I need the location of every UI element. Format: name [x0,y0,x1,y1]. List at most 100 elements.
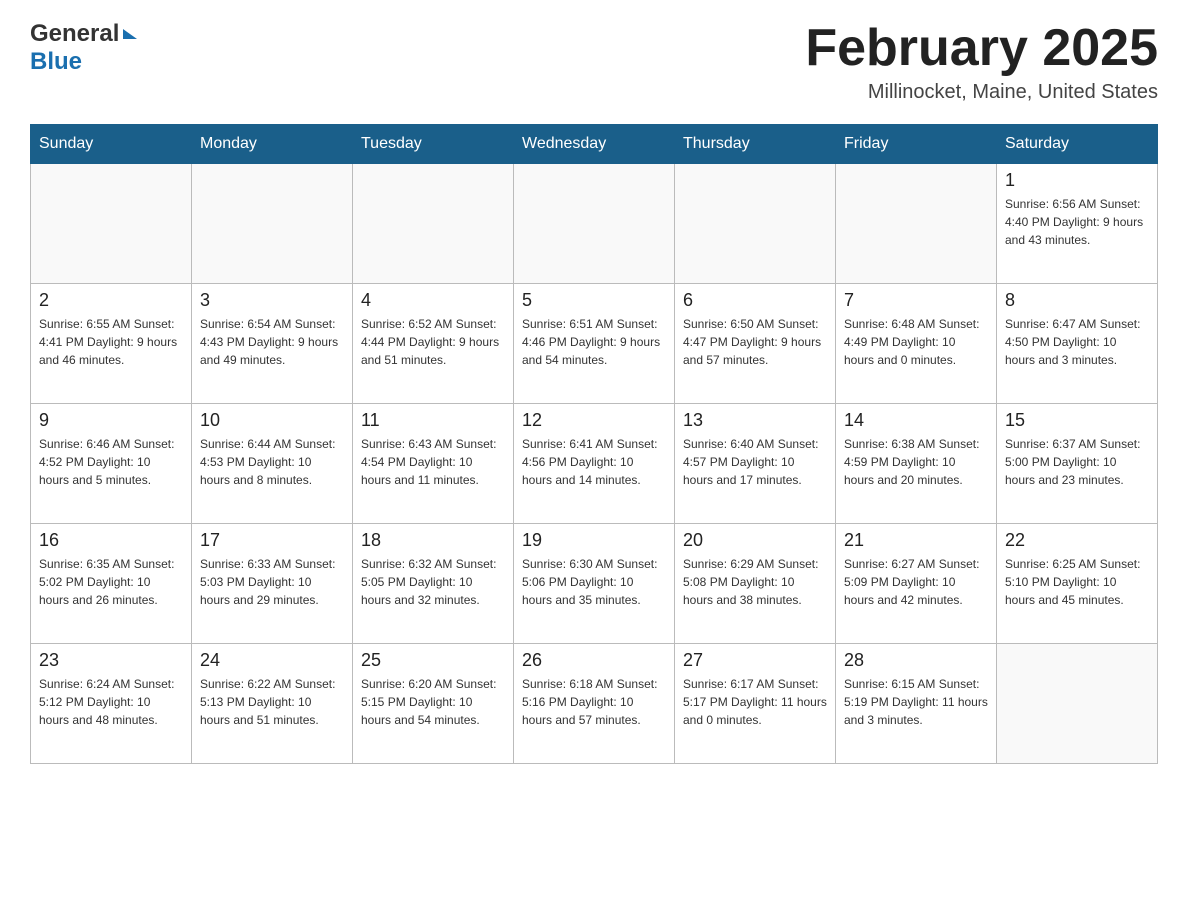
calendar-day-cell: 1 Sunrise: 6:56 AM Sunset: 4:40 PM Daylig… [997,164,1158,284]
logo: General Blue [30,20,137,76]
calendar-day-cell: 20Sunrise: 6:29 AM Sunset: 5:08 PM Dayli… [675,524,836,644]
calendar-day-cell: 23 Sunrise: 6:24 AM Sunset: 5:12 PM Dayli… [31,644,192,764]
location-label: Millinocket, Maine, United States [805,81,1158,104]
day-info: Sunrise: 6:46 AM Sunset: 4:52 PM Dayligh… [39,435,183,489]
day-number: 7 [844,290,988,311]
calendar-day-header: Wednesday [514,125,675,164]
calendar-day-header: Saturday [997,125,1158,164]
calendar-day-cell: 2 Sunrise: 6:55 AM Sunset: 4:41 PM Daylig… [31,284,192,404]
logo-blue: Blue [30,48,82,75]
day-info: Sunrise: 6:44 AM Sunset: 4:53 PM Dayligh… [200,435,344,489]
calendar-day-header: Thursday [675,125,836,164]
day-info: Sunrise: 6:43 AM Sunset: 4:54 PM Dayligh… [361,435,505,489]
day-number: 10 [200,410,344,431]
day-info: Sunrise: 6:27 AM Sunset: 5:09 PM Dayligh… [844,555,988,609]
calendar-week-row: 16 Sunrise: 6:35 AM Sunset: 5:02 PM Dayli… [31,524,1158,644]
calendar-header-row: SundayMondayTuesdayWednesdayThursdayFrid… [31,125,1158,164]
day-number: 23 [39,650,183,671]
day-number: 4 [361,290,505,311]
calendar-title: February 2025 [805,20,1158,77]
day-info: Sunrise: 6:17 AM Sunset: 5:17 PM Dayligh… [683,675,827,729]
day-info: Sunrise: 6:30 AM Sunset: 5:06 PM Dayligh… [522,555,666,609]
day-number: 16 [39,530,183,551]
calendar-day-cell: 22Sunrise: 6:25 AM Sunset: 5:10 PM Dayli… [997,524,1158,644]
day-info: Sunrise: 6:24 AM Sunset: 5:12 PM Dayligh… [39,675,183,729]
calendar-day-header: Tuesday [353,125,514,164]
calendar-day-cell: 4 Sunrise: 6:52 AM Sunset: 4:44 PM Daylig… [353,284,514,404]
day-number: 17 [200,530,344,551]
calendar-day-cell [997,644,1158,764]
calendar-day-cell: 3Sunrise: 6:54 AM Sunset: 4:43 PM Daylig… [192,284,353,404]
calendar-day-cell: 7 Sunrise: 6:48 AM Sunset: 4:49 PM Daylig… [836,284,997,404]
calendar-day-header: Monday [192,125,353,164]
calendar-day-cell [353,164,514,284]
day-number: 8 [1005,290,1149,311]
day-info: Sunrise: 6:29 AM Sunset: 5:08 PM Dayligh… [683,555,827,609]
day-info: Sunrise: 6:48 AM Sunset: 4:49 PM Dayligh… [844,315,988,369]
day-info: Sunrise: 6:37 AM Sunset: 5:00 PM Dayligh… [1005,435,1149,489]
calendar-day-cell: 10 Sunrise: 6:44 AM Sunset: 4:53 PM Dayli… [192,404,353,524]
title-block: February 2025 Millinocket, Maine, United… [805,20,1158,104]
day-number: 24 [200,650,344,671]
day-info: Sunrise: 6:54 AM Sunset: 4:43 PM Dayligh… [200,315,344,369]
day-info: Sunrise: 6:51 AM Sunset: 4:46 PM Dayligh… [522,315,666,369]
day-info: Sunrise: 6:41 AM Sunset: 4:56 PM Dayligh… [522,435,666,489]
day-number: 28 [844,650,988,671]
calendar-day-cell: 24 Sunrise: 6:22 AM Sunset: 5:13 PM Dayli… [192,644,353,764]
day-info: Sunrise: 6:38 AM Sunset: 4:59 PM Dayligh… [844,435,988,489]
day-number: 22 [1005,530,1149,551]
calendar-week-row: 2 Sunrise: 6:55 AM Sunset: 4:41 PM Daylig… [31,284,1158,404]
day-number: 2 [39,290,183,311]
calendar-day-cell: 8 Sunrise: 6:47 AM Sunset: 4:50 PM Daylig… [997,284,1158,404]
day-number: 14 [844,410,988,431]
calendar-day-cell: 21 Sunrise: 6:27 AM Sunset: 5:09 PM Dayli… [836,524,997,644]
calendar-day-cell: 27Sunrise: 6:17 AM Sunset: 5:17 PM Dayli… [675,644,836,764]
calendar-day-cell [514,164,675,284]
day-number: 9 [39,410,183,431]
calendar-day-cell [675,164,836,284]
logo-general: General [30,20,119,48]
page-header: General Blue February 2025 Millinocket, … [30,20,1158,104]
calendar-day-header: Sunday [31,125,192,164]
day-number: 25 [361,650,505,671]
day-number: 15 [1005,410,1149,431]
day-info: Sunrise: 6:50 AM Sunset: 4:47 PM Dayligh… [683,315,827,369]
calendar-day-cell: 17Sunrise: 6:33 AM Sunset: 5:03 PM Dayli… [192,524,353,644]
day-number: 1 [1005,170,1149,191]
calendar-day-cell [836,164,997,284]
calendar-day-cell: 15 Sunrise: 6:37 AM Sunset: 5:00 PM Dayli… [997,404,1158,524]
day-number: 18 [361,530,505,551]
calendar-day-cell: 25Sunrise: 6:20 AM Sunset: 5:15 PM Dayli… [353,644,514,764]
calendar-day-cell: 16 Sunrise: 6:35 AM Sunset: 5:02 PM Dayli… [31,524,192,644]
day-info: Sunrise: 6:52 AM Sunset: 4:44 PM Dayligh… [361,315,505,369]
day-info: Sunrise: 6:22 AM Sunset: 5:13 PM Dayligh… [200,675,344,729]
day-number: 5 [522,290,666,311]
calendar-week-row: 1 Sunrise: 6:56 AM Sunset: 4:40 PM Daylig… [31,164,1158,284]
calendar-day-header: Friday [836,125,997,164]
calendar-day-cell: 11Sunrise: 6:43 AM Sunset: 4:54 PM Dayli… [353,404,514,524]
calendar-day-cell: 13Sunrise: 6:40 AM Sunset: 4:57 PM Dayli… [675,404,836,524]
day-number: 6 [683,290,827,311]
calendar-week-row: 9 Sunrise: 6:46 AM Sunset: 4:52 PM Daylig… [31,404,1158,524]
calendar-day-cell [192,164,353,284]
day-info: Sunrise: 6:32 AM Sunset: 5:05 PM Dayligh… [361,555,505,609]
day-info: Sunrise: 6:55 AM Sunset: 4:41 PM Dayligh… [39,315,183,369]
calendar-day-cell [31,164,192,284]
day-number: 12 [522,410,666,431]
day-number: 21 [844,530,988,551]
day-info: Sunrise: 6:47 AM Sunset: 4:50 PM Dayligh… [1005,315,1149,369]
day-info: Sunrise: 6:35 AM Sunset: 5:02 PM Dayligh… [39,555,183,609]
calendar-day-cell: 26 Sunrise: 6:18 AM Sunset: 5:16 PM Dayli… [514,644,675,764]
calendar-day-cell: 9 Sunrise: 6:46 AM Sunset: 4:52 PM Daylig… [31,404,192,524]
calendar-day-cell: 14 Sunrise: 6:38 AM Sunset: 4:59 PM Dayli… [836,404,997,524]
day-info: Sunrise: 6:40 AM Sunset: 4:57 PM Dayligh… [683,435,827,489]
calendar-day-cell: 28Sunrise: 6:15 AM Sunset: 5:19 PM Dayli… [836,644,997,764]
calendar-day-cell: 19 Sunrise: 6:30 AM Sunset: 5:06 PM Dayli… [514,524,675,644]
day-info: Sunrise: 6:18 AM Sunset: 5:16 PM Dayligh… [522,675,666,729]
calendar-day-cell: 18 Sunrise: 6:32 AM Sunset: 5:05 PM Dayli… [353,524,514,644]
logo-arrow-icon [123,29,137,39]
day-number: 26 [522,650,666,671]
calendar-day-cell: 12 Sunrise: 6:41 AM Sunset: 4:56 PM Dayli… [514,404,675,524]
day-number: 19 [522,530,666,551]
day-info: Sunrise: 6:56 AM Sunset: 4:40 PM Dayligh… [1005,195,1149,249]
